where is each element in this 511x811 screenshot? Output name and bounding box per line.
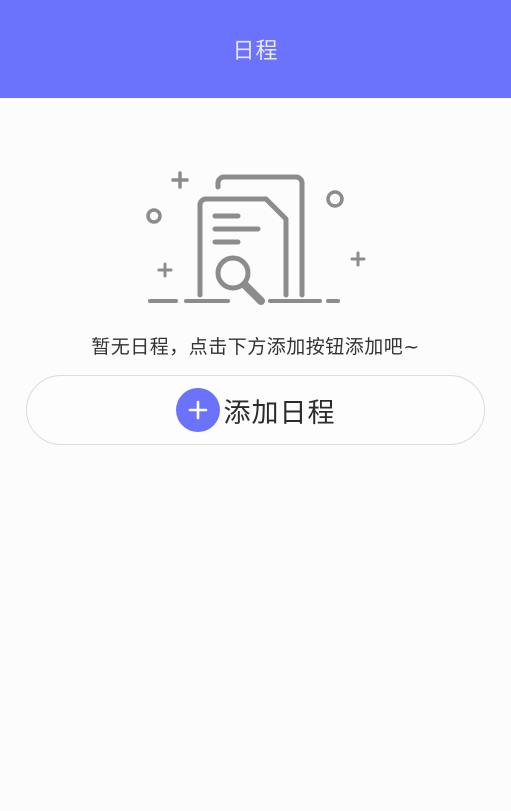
- add-schedule-label: 添加日程: [223, 397, 336, 429]
- page-title: 日程: [232, 39, 279, 64]
- empty-document-search-icon: [130, 165, 380, 315]
- plus-icon: [175, 388, 220, 432]
- top-app-bar: 日程: [0, 0, 511, 98]
- add-schedule-button[interactable]: 添加日程: [26, 375, 485, 445]
- empty-state-message: 暂无日程，点击下方添加按钮添加吧~: [91, 336, 420, 358]
